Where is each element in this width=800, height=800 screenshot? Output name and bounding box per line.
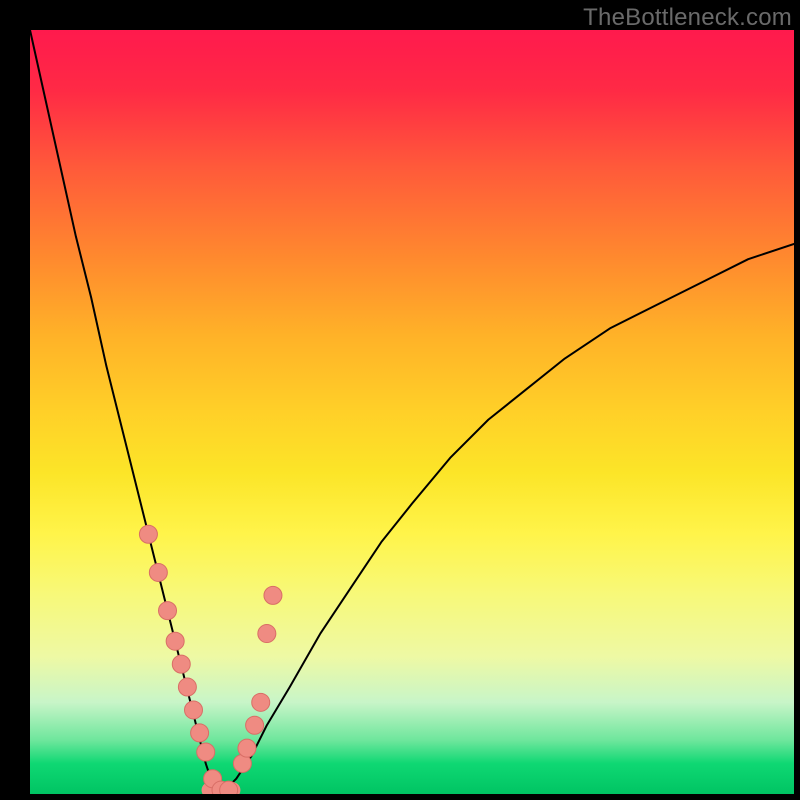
marker-dot [149, 563, 167, 581]
curve-right-branch [221, 244, 794, 794]
marker-dot [197, 743, 215, 761]
marker-dot [220, 781, 238, 794]
marker-dot [246, 716, 264, 734]
marker-dot [166, 632, 184, 650]
marker-dot [191, 724, 209, 742]
marker-dot [185, 701, 203, 719]
marker-dot [178, 678, 196, 696]
marker-dot [258, 625, 276, 643]
marker-dot [172, 655, 190, 673]
marker-dot [264, 586, 282, 604]
plot-area [30, 30, 794, 794]
marker-dot [252, 693, 270, 711]
watermark-text: TheBottleneck.com [583, 4, 792, 32]
marker-dot [139, 525, 157, 543]
marker-dots [139, 525, 282, 794]
marker-dot [238, 739, 256, 757]
chart-container: TheBottleneck.com [0, 0, 800, 800]
marker-dot [159, 602, 177, 620]
curve-layer [30, 30, 794, 794]
bottleneck-curve-svg [30, 30, 794, 794]
